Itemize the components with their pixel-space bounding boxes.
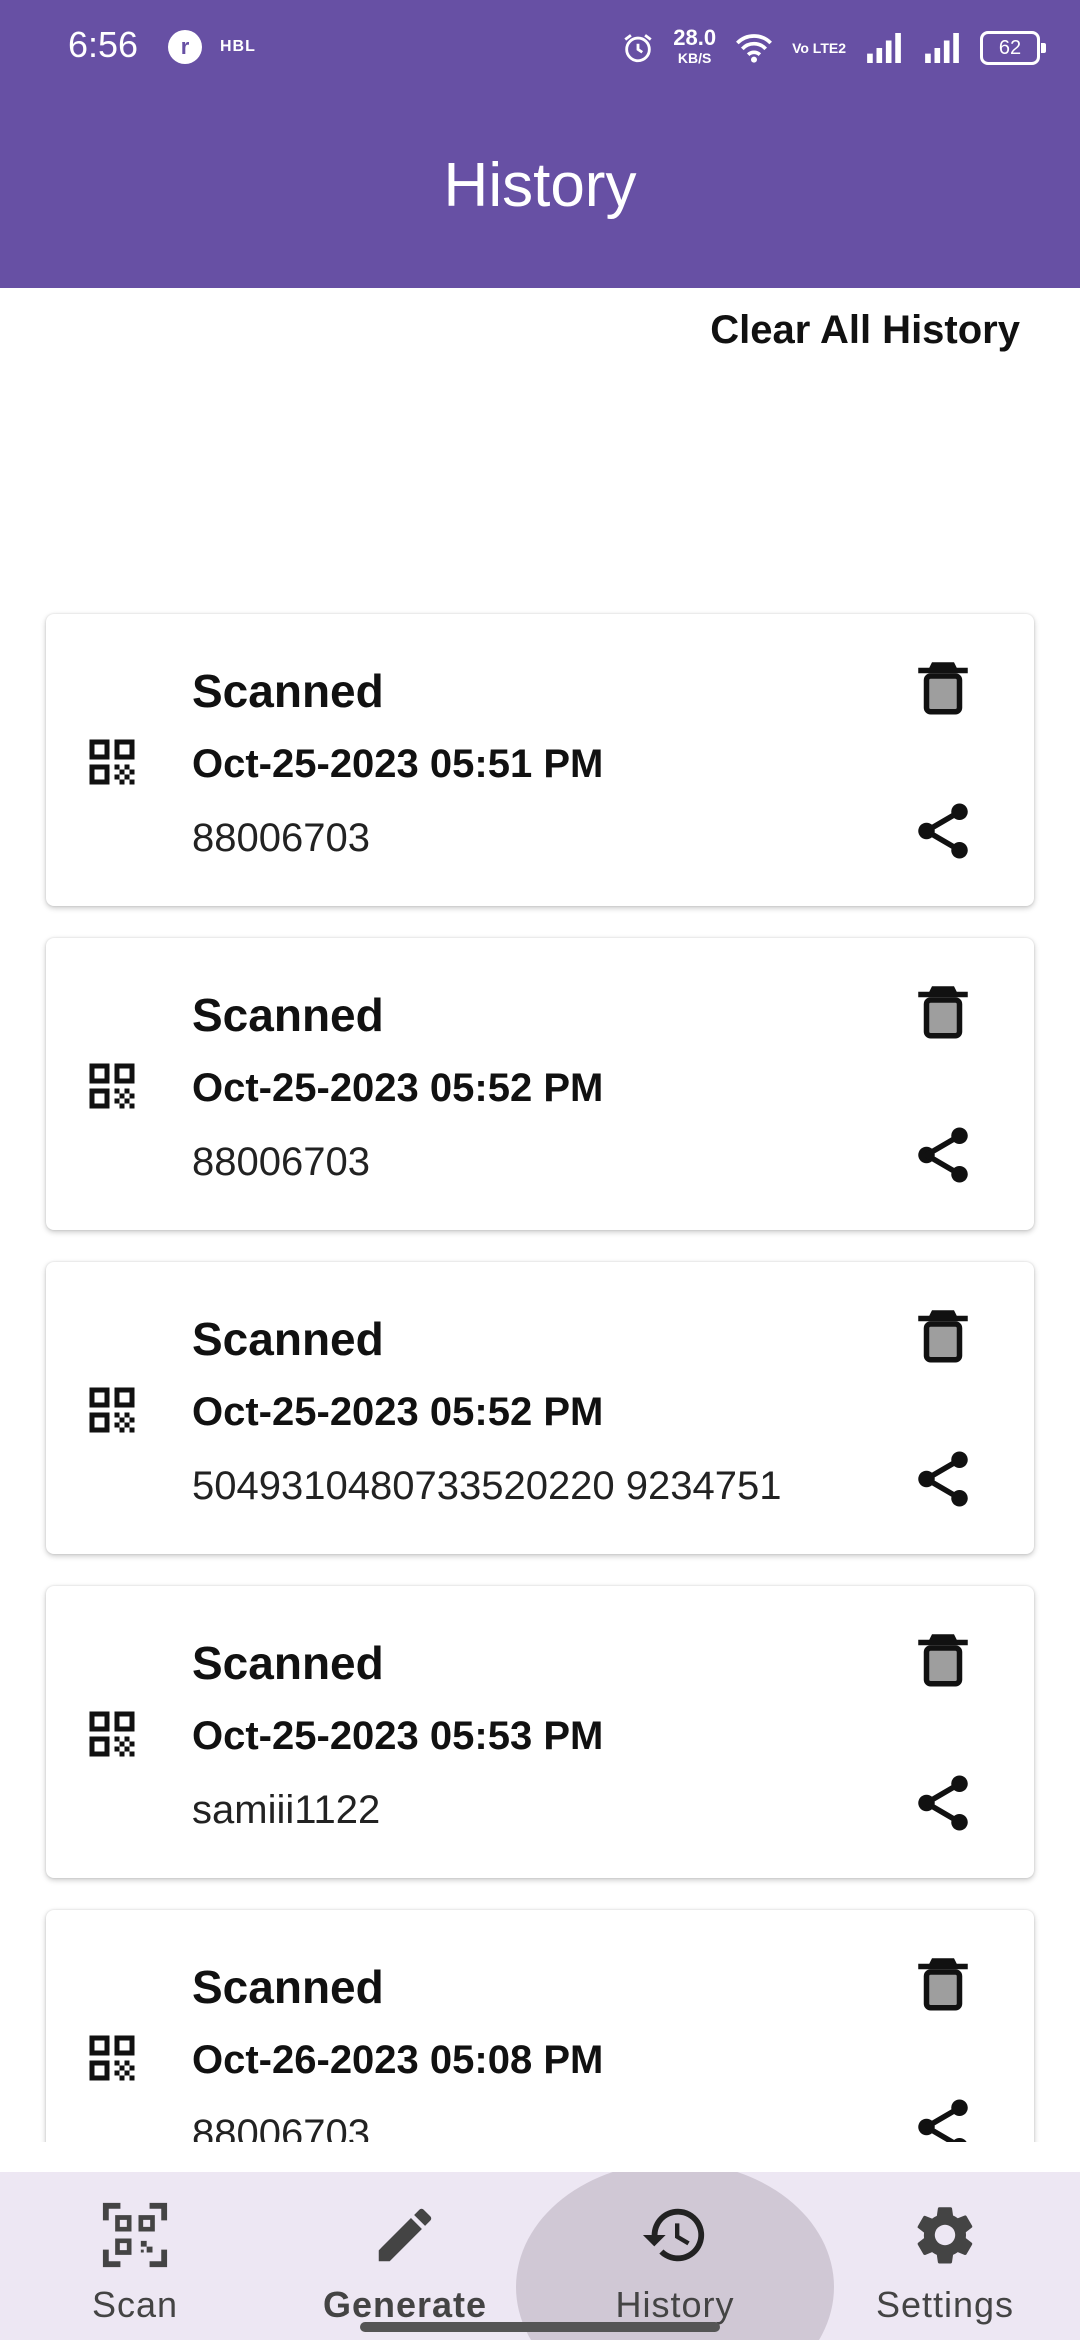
share-icon[interactable] [910,1446,976,1512]
entry-type: Scanned [192,665,384,717]
alarm-icon [624,34,652,63]
status-bar: 6:56 r HBL 28.0 KB/S Vo LTE2 62 [0,0,1080,96]
nav-label-history: History [615,2284,735,2325]
entry-type: Scanned [192,989,384,1041]
entry-value: 88006703 [192,816,370,860]
qr-code-icon [89,1711,135,1757]
entry-type: Scanned [192,1637,384,1689]
entry-type: Scanned [192,1313,384,1365]
speed-value: 28.0 [673,25,717,50]
nav-item-generate[interactable]: Generate [300,2172,510,2340]
history-card[interactable]: Scanned Oct-25-2023 05:52 PM 88006703 [46,938,1034,1230]
nav-item-scan[interactable]: Scan [55,2172,215,2340]
entry-value: 88006703 [192,1140,370,1184]
battery-icon: 62 [980,31,1046,65]
share-icon[interactable] [910,1122,976,1188]
carrier-tag: HBL [220,38,256,55]
entry-value: 88006703 [192,2112,370,2142]
status-icons: 28.0 KB/S Vo LTE2 62 [621,24,1046,72]
entry-type: Scanned [192,1961,384,2013]
pencil-icon [378,2208,432,2262]
history-card[interactable]: Scanned Oct-25-2023 05:51 PM 88006703 [46,614,1034,906]
entry-date: Oct-25-2023 05:51 PM [192,742,604,786]
qr-code-icon [89,739,135,785]
history-card[interactable]: Scanned Oct-25-2023 05:53 PM samiii1122 [46,1586,1034,1878]
volte-indicator: Vo LTE2 [792,40,846,56]
nav-label-settings: Settings [875,2284,1015,2325]
gear-icon [917,2207,973,2264]
nav-item-history[interactable]: History [560,2172,790,2340]
delete-icon[interactable] [910,978,976,1044]
delete-icon[interactable] [910,1950,976,2016]
history-card[interactable]: Scanned Oct-26-2023 05:08 PM 88006703 [46,1910,1034,2142]
wifi-icon [736,34,773,63]
signal-icon-2 [925,33,959,63]
top-app-bar: 6:56 r HBL 28.0 KB/S Vo LTE2 62 History [0,0,1080,288]
share-icon[interactable] [910,798,976,864]
network-speed: 28.0 KB/S [673,25,717,68]
entry-date: Oct-25-2023 05:52 PM [192,1066,604,1110]
history-list[interactable]: Scanned Oct-25-2023 05:51 PM 88006703 Sc… [0,600,1080,2142]
delete-icon[interactable] [910,1626,976,1692]
status-time: 6:56 [68,24,139,65]
nav-label-generate: Generate [322,2284,488,2325]
qr-code-icon [89,1387,135,1433]
history-icon [642,2208,705,2262]
qr-scan-icon [102,2202,168,2268]
speed-unit: KB/S [677,50,712,66]
qr-code-icon [89,1063,135,1109]
entry-date: Oct-25-2023 05:53 PM [192,1714,604,1758]
entry-value: samiii1122 [192,1788,381,1832]
bottom-navigation: Scan Generate History Settings [0,2172,1080,2340]
history-card[interactable]: Scanned Oct-25-2023 05:52 PM 50493104807… [46,1262,1034,1554]
entry-date: Oct-25-2023 05:52 PM [192,1390,604,1434]
clear-all-history-button[interactable]: Clear All History [710,308,1020,353]
page-title: History [443,151,637,220]
delete-icon[interactable] [910,1302,976,1368]
signal-icon-1 [867,33,901,63]
qr-code-icon [89,2035,135,2081]
nav-label-scan: Scan [91,2284,179,2325]
entry-date: Oct-26-2023 05:08 PM [192,2038,604,2082]
app-notification-icon: r [168,30,202,64]
home-indicator[interactable] [360,2322,720,2332]
entry-value: 5049310480733520220 9234751 [192,1464,782,1508]
delete-icon[interactable] [910,654,976,720]
share-icon[interactable] [910,2094,976,2142]
share-icon[interactable] [910,1770,976,1836]
nav-item-settings[interactable]: Settings [855,2172,1035,2340]
